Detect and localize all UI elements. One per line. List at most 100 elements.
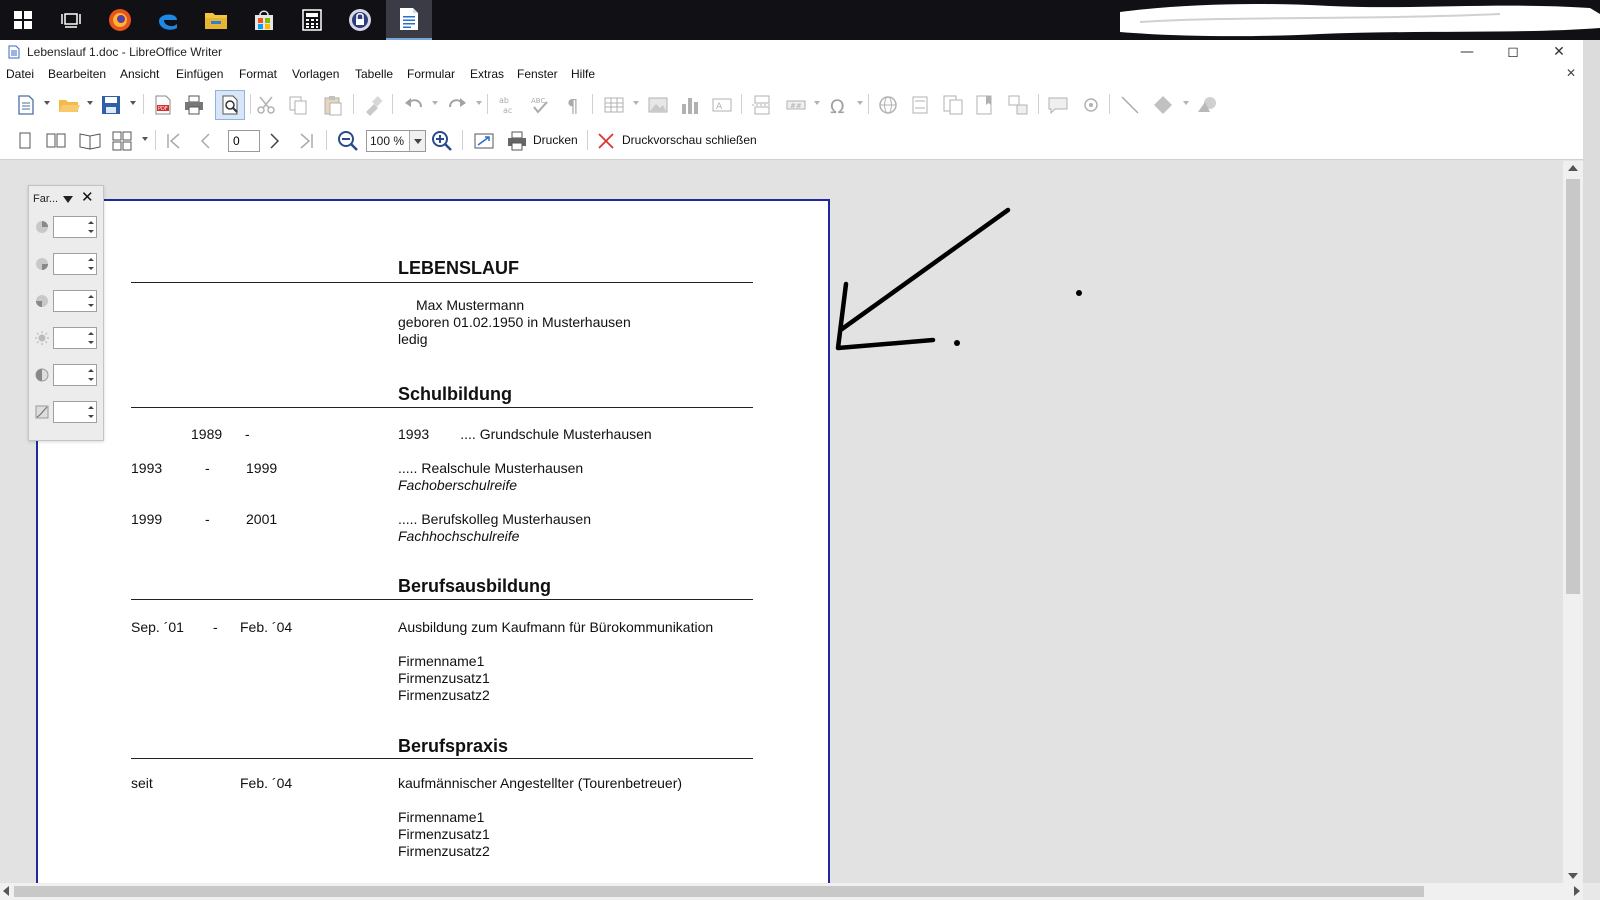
writer-button[interactable] bbox=[386, 0, 432, 40]
menu-format[interactable]: Format bbox=[239, 67, 277, 81]
task-view-button[interactable] bbox=[48, 0, 94, 40]
spin-up-icon[interactable] bbox=[88, 406, 94, 409]
find-replace-button[interactable]: ab ac bbox=[496, 93, 520, 117]
spin-down-icon[interactable] bbox=[88, 415, 94, 418]
shapes-dropdown-icon[interactable] bbox=[1183, 101, 1189, 105]
green-adjust-spinbox[interactable] bbox=[53, 253, 97, 275]
insert-cross-reference-button[interactable] bbox=[1006, 93, 1030, 117]
spin-up-icon[interactable] bbox=[88, 221, 94, 224]
store-button[interactable] bbox=[241, 0, 287, 40]
next-page-button[interactable] bbox=[262, 129, 286, 153]
special-character-dropdown-icon[interactable] bbox=[857, 101, 863, 105]
minimize-button[interactable]: — bbox=[1444, 40, 1490, 64]
spin-down-icon[interactable] bbox=[88, 378, 94, 381]
horizontal-scroll-thumb[interactable] bbox=[14, 886, 1424, 897]
scroll-down-icon[interactable] bbox=[1568, 873, 1578, 879]
save-dropdown-icon[interactable] bbox=[130, 101, 136, 105]
keepass-button[interactable] bbox=[337, 0, 383, 40]
vertical-scroll-thumb[interactable] bbox=[1566, 179, 1580, 594]
calculator-button[interactable] bbox=[289, 0, 335, 40]
field-dropdown-icon[interactable] bbox=[814, 101, 820, 105]
spin-down-icon[interactable] bbox=[88, 267, 94, 270]
insert-comment-button[interactable] bbox=[1046, 93, 1070, 117]
menu-formular[interactable]: Formular bbox=[407, 67, 455, 81]
close-document-icon[interactable]: ✕ bbox=[1566, 66, 1576, 80]
redo-button[interactable] bbox=[445, 93, 469, 117]
scroll-right-icon[interactable] bbox=[1574, 886, 1580, 896]
insert-table-button[interactable] bbox=[602, 93, 626, 117]
insert-field-button[interactable]: ## bbox=[784, 93, 808, 117]
draw-functions-button[interactable] bbox=[1195, 93, 1219, 117]
open-button[interactable] bbox=[57, 93, 81, 117]
menu-vorlagen[interactable]: Vorlagen bbox=[292, 67, 339, 81]
insert-image-button[interactable] bbox=[646, 93, 670, 117]
undo-button[interactable] bbox=[402, 93, 426, 117]
clone-formatting-button[interactable] bbox=[361, 93, 385, 117]
two-pages-view-button[interactable] bbox=[44, 129, 68, 153]
red-adjust-spinbox[interactable] bbox=[53, 216, 97, 238]
print-label[interactable]: Drucken bbox=[533, 133, 578, 147]
color-toolbar-close-icon[interactable]: ✕ bbox=[81, 188, 94, 206]
last-page-button[interactable] bbox=[294, 129, 318, 153]
insert-footnote-button[interactable] bbox=[909, 93, 933, 117]
menu-datei[interactable]: Datei bbox=[6, 67, 34, 81]
blue-adjust-spinbox[interactable] bbox=[53, 290, 97, 312]
close-window-button[interactable]: ✕ bbox=[1536, 40, 1582, 64]
save-button[interactable] bbox=[99, 93, 123, 117]
undo-dropdown-icon[interactable] bbox=[432, 101, 438, 105]
spin-up-icon[interactable] bbox=[88, 369, 94, 372]
new-dropdown-icon[interactable] bbox=[44, 101, 50, 105]
contrast-spinbox[interactable] bbox=[53, 364, 97, 386]
brightness-spinbox[interactable] bbox=[53, 327, 97, 349]
print-preview-print-icon-wrap[interactable] bbox=[505, 129, 529, 153]
menu-tabelle[interactable]: Tabelle bbox=[355, 67, 393, 81]
insert-bookmark-button[interactable] bbox=[973, 93, 997, 117]
spin-up-icon[interactable] bbox=[88, 332, 94, 335]
close-preview-icon-wrap[interactable] bbox=[594, 129, 618, 153]
spin-down-icon[interactable] bbox=[88, 230, 94, 233]
spin-up-icon[interactable] bbox=[88, 295, 94, 298]
paste-button[interactable] bbox=[321, 93, 345, 117]
edge-button[interactable] bbox=[145, 0, 191, 40]
zoom-in-button[interactable] bbox=[430, 129, 454, 153]
insert-endnote-button[interactable] bbox=[941, 93, 965, 117]
menu-fenster[interactable]: Fenster bbox=[517, 67, 558, 81]
explorer-button[interactable] bbox=[193, 0, 239, 40]
insert-line-button[interactable] bbox=[1118, 93, 1142, 117]
zoom-out-button[interactable] bbox=[336, 129, 360, 153]
multiple-pages-view-button[interactable] bbox=[110, 129, 134, 153]
menu-ansicht[interactable]: Ansicht bbox=[120, 67, 159, 81]
spelling-button[interactable]: ABC bbox=[528, 93, 552, 117]
formatting-marks-button[interactable]: ¶ bbox=[561, 93, 585, 117]
vertical-scrollbar[interactable] bbox=[1563, 161, 1583, 883]
new-document-button[interactable] bbox=[14, 93, 38, 117]
scroll-up-icon[interactable] bbox=[1568, 165, 1578, 171]
menu-hilfe[interactable]: Hilfe bbox=[571, 67, 595, 81]
insert-textbox-button[interactable]: A bbox=[710, 93, 734, 117]
menu-extras[interactable]: Extras bbox=[470, 67, 504, 81]
copy-button[interactable] bbox=[286, 93, 310, 117]
color-toolbar-menu-icon[interactable] bbox=[63, 196, 73, 203]
book-view-button[interactable] bbox=[78, 129, 102, 153]
firefox-button[interactable] bbox=[97, 0, 143, 40]
full-screen-button[interactable] bbox=[472, 129, 496, 153]
maximize-button[interactable]: ◻ bbox=[1490, 40, 1536, 64]
spin-up-icon[interactable] bbox=[88, 258, 94, 261]
insert-page-break-button[interactable] bbox=[750, 93, 774, 117]
insert-hyperlink-button[interactable] bbox=[876, 93, 900, 117]
spin-down-icon[interactable] bbox=[88, 304, 94, 307]
spin-down-icon[interactable] bbox=[88, 341, 94, 344]
export-pdf-button[interactable]: PDF bbox=[151, 93, 175, 117]
insert-chart-button[interactable] bbox=[678, 93, 702, 117]
cut-button[interactable] bbox=[254, 93, 278, 117]
menu-einfuegen[interactable]: Einfügen bbox=[176, 67, 223, 81]
basic-shapes-button[interactable] bbox=[1151, 93, 1175, 117]
zoom-combobox[interactable]: 100 % bbox=[366, 130, 426, 152]
insert-special-character-button[interactable]: Ω bbox=[826, 93, 850, 117]
gamma-spinbox[interactable] bbox=[53, 401, 97, 423]
scroll-left-icon[interactable] bbox=[3, 886, 9, 896]
single-page-view-button[interactable] bbox=[13, 129, 37, 153]
menu-bearbeiten[interactable]: Bearbeiten bbox=[48, 67, 106, 81]
close-preview-label[interactable]: Druckvorschau schließen bbox=[622, 133, 757, 147]
zoom-dropdown-icon[interactable] bbox=[409, 131, 425, 151]
